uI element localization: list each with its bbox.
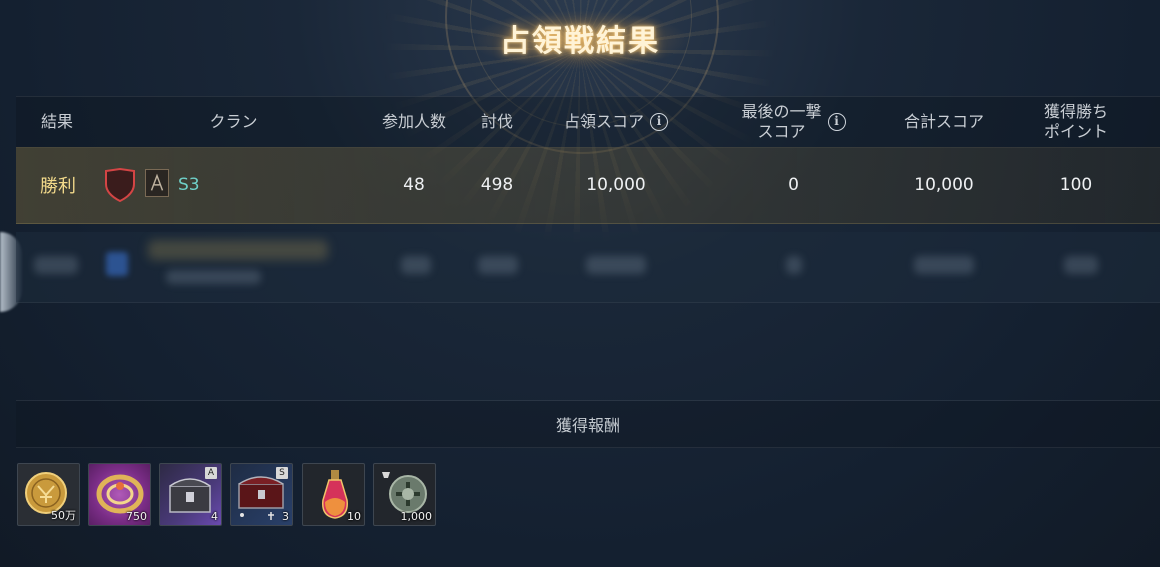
kills-cell: 498 [480, 175, 514, 195]
last-hit-score-label-line1: 最後の一撃 [741, 102, 822, 121]
clan-shield-icon [105, 168, 135, 202]
total-score-cell: 10,000 [914, 175, 974, 195]
occupation-score-label: 占領スコア [563, 112, 644, 131]
results-table-header: 結果 クラン 参加人数 討伐 占領スコア i 最後の一撃 スコア i 合計スコア… [16, 96, 1160, 148]
last-hit-score-label-line2: スコア [757, 122, 806, 141]
column-header-result: 結果 [40, 112, 73, 131]
column-header-participants: 参加人数 [381, 112, 446, 131]
table-row[interactable]: 勝利 S3 48 498 10,000 0 10,000 100 [16, 147, 1160, 224]
reward-count: 10 [347, 510, 361, 523]
occupation-score-cell: 10,000 [586, 175, 646, 195]
reward-count: 4 [211, 510, 218, 523]
column-header-occupation-score: 占領スコア i [546, 97, 686, 147]
rewards-section-title: 獲得報酬 [16, 401, 1160, 448]
table-row-blurred [16, 232, 1160, 303]
column-header-kills: 討伐 [480, 112, 513, 131]
win-points-cell: 100 [1059, 175, 1093, 195]
rank-badge: S [276, 467, 288, 479]
page-title: 占領戦結果 [500, 24, 660, 59]
rank-badge: A [205, 467, 217, 479]
clan-crest-icon [145, 169, 169, 197]
reward-item[interactable]: S 3 [230, 463, 293, 526]
last-hit-score-label: 最後の一撃 スコア [741, 102, 821, 142]
reward-item[interactable]: 50万 [17, 463, 80, 526]
reward-count: 50万 [51, 509, 76, 522]
reward-item[interactable]: A 4 [159, 463, 222, 526]
reward-count: 1,000 [400, 510, 433, 523]
clan-name[interactable]: S3 [178, 147, 200, 223]
reward-count: 3 [282, 510, 289, 523]
column-header-clan: クラン [209, 112, 258, 131]
win-points-label-line1: 獲得勝ち [1043, 102, 1108, 121]
last-hit-score-cell: 0 [788, 175, 799, 195]
column-header-win-points: 獲得勝ち ポイント [1021, 97, 1131, 147]
column-header-total-score: 合計スコア [903, 112, 984, 131]
participants-cell: 48 [403, 175, 425, 195]
reward-item[interactable]: 10 [302, 463, 365, 526]
column-header-last-hit-score: 最後の一撃 スコア i [721, 97, 866, 147]
reward-count: 750 [126, 510, 147, 523]
win-points-label-line2: ポイント [1043, 122, 1108, 141]
reward-item[interactable]: 750 [88, 463, 151, 526]
info-icon[interactable]: i [650, 113, 668, 131]
result-cell: 勝利 [40, 176, 76, 197]
reward-item[interactable]: 1,000 [373, 463, 436, 526]
info-icon[interactable]: i [827, 113, 846, 131]
